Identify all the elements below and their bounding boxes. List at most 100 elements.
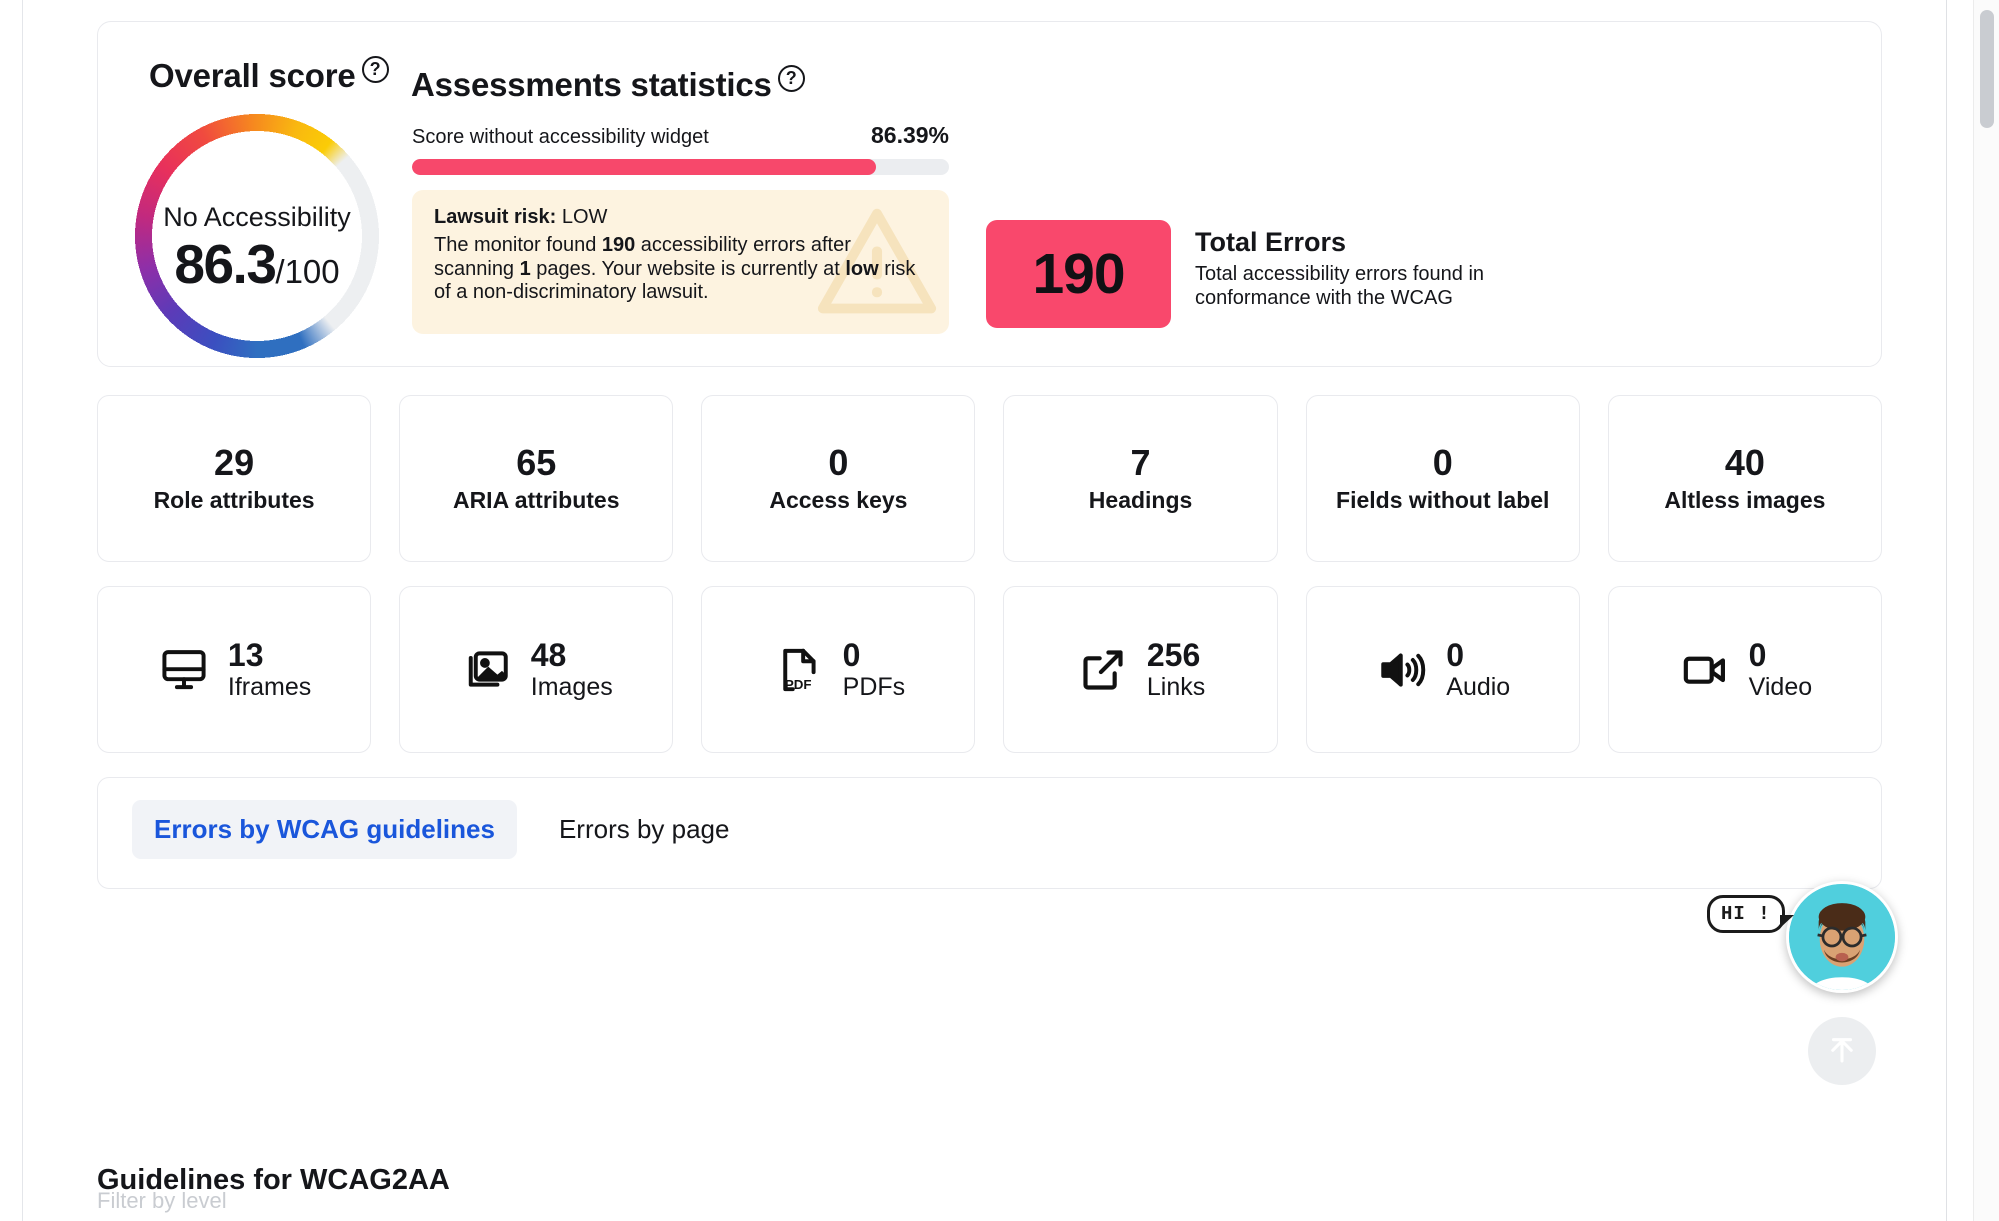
stat-card[interactable]: 7 Headings [1003,395,1278,562]
lawsuit-risk-description: The monitor found 190 accessibility erro… [434,234,927,305]
stat-icon-card-text: 0 Video [1748,636,1813,702]
assessments-title-row: Assessments statistics? [411,65,805,104]
stat-card-label: Access keys [769,486,908,513]
pdf-file-icon: PDF [772,643,826,697]
stat-card-label: Role attributes [153,486,315,513]
total-errors-title: Total Errors [1195,227,1347,257]
score-bar-fill [412,159,876,175]
overall-score-title-row: Overall score? [149,56,389,95]
external-link-icon [1076,643,1130,697]
stat-icon-card-value: 0 [842,636,861,673]
chat-bubble: HI ! [1707,895,1794,933]
gauge-score-max: /100 [275,253,340,290]
image-icon [460,643,514,697]
score-bar-track [412,159,949,175]
stat-icon-card[interactable]: 13 Iframes [97,586,372,753]
lawsuit-text-part3: pages. Your website is currently at [530,257,846,280]
score-bar-value: 86.39% [870,122,949,148]
arrow-up-icon [1831,1038,1853,1063]
stat-icon-card-label: Iframes [227,673,312,702]
lawsuit-risk-headline: Lawsuit risk: LOW [434,206,927,230]
stat-card[interactable]: 40 Altless images [1607,395,1882,562]
lawsuit-risk-label: Lawsuit risk: [434,206,557,228]
stat-card-value: 65 [516,442,557,484]
stat-card-value: 0 [1432,442,1453,484]
gauge-score: 86.3/100 [130,232,384,296]
stat-card[interactable]: 29 Role attributes [97,395,372,562]
stat-card-value: 7 [1130,442,1151,484]
stat-icon-card-text: 0 Audio [1446,636,1511,702]
stat-card-value: 40 [1724,442,1765,484]
lawsuit-risk-word: low [845,257,879,280]
stat-card-label: Headings [1088,486,1193,513]
stats-grid-row-1: 29 Role attributes 65 ARIA attributes 0 Acces… [97,395,1882,562]
overall-score-gauge: No Accessibility 86.3/100 [130,109,384,363]
stat-card-value: 29 [214,442,255,484]
stat-icon-card-value: 256 [1146,636,1201,673]
question-mark-icon[interactable]: ? [361,56,389,83]
lawsuit-pages-count: 1 [519,257,531,280]
lawsuit-errors-count: 190 [601,233,636,256]
page-right-divider [1946,0,1947,1221]
score-without-widget-row: Score without accessibility widget 86.39… [412,122,949,175]
stat-icon-card-label: Images [530,673,613,702]
video-camera-icon [1678,643,1732,697]
lawsuit-text-part1: The monitor found [434,233,602,256]
chat-widget-button[interactable]: HI ! [1707,881,1898,993]
page-title: Overall score [149,57,356,94]
guidelines-subtext: Filter by level [97,1188,227,1213]
monitor-icon [157,643,211,697]
assessments-title: Assessments statistics [411,66,772,103]
stat-card-label: Fields without label [1336,486,1550,513]
summary-card: Overall score? Assessments statistics? N… [97,21,1882,367]
app-viewport: Overall score? Assessments statistics? N… [0,0,1999,1221]
stat-icon-card-value: 48 [530,636,567,673]
stat-icon-card-value: 0 [1446,636,1465,673]
lawsuit-risk-box: Lawsuit risk: LOW The monitor found 190 … [412,190,949,334]
stat-icon-card-value: 0 [1748,636,1767,673]
stat-icon-card-label: PDFs [842,673,906,702]
question-mark-icon[interactable]: ? [777,65,805,92]
errors-tabs-card: Errors by WCAG guidelines Errors by page [97,777,1882,889]
stat-card[interactable]: 65 ARIA attributes [399,395,674,562]
scroll-to-top-button[interactable] [1808,1017,1876,1085]
score-bar-header: Score without accessibility widget 86.39… [412,122,949,149]
tab-errors-by-page[interactable]: Errors by page [537,800,752,859]
tab-errors-by-wcag-guidelines[interactable]: Errors by WCAG guidelines [132,800,517,859]
stat-icon-card-text: 0 PDFs [842,636,906,702]
total-errors-badge: 190 [986,220,1171,328]
stat-icon-card-value: 13 [227,636,264,673]
stat-icon-card-label: Audio [1446,673,1511,702]
speaker-icon [1375,643,1429,697]
stat-card-label: ARIA attributes [452,486,620,513]
stat-card-label: Altless images [1664,486,1826,513]
scrollbar-thumb[interactable] [1980,10,1994,128]
score-bar-label: Score without accessibility widget [412,126,709,148]
total-errors-description: Total accessibility errors found in conf… [1195,263,1485,310]
stats-grid-row-2: 13 Iframes 48 Images PDF 0 PDFs 256 Links 0 Audio 0… [97,586,1882,753]
total-errors-text: Total Errors Total accessibility errors … [1195,227,1515,311]
stat-icon-card[interactable]: 0 Audio [1305,586,1580,753]
gauge-label: No Accessibility [163,202,351,232]
stat-icon-card-text: 256 Links [1146,636,1206,702]
page-scrollbar[interactable] [1973,0,1999,1221]
stat-icon-card[interactable]: 256 Links [1003,586,1278,753]
stat-icon-card-label: Video [1748,673,1813,702]
stat-card[interactable]: 0 Fields without label [1305,395,1580,562]
stat-icon-card-text: 13 Iframes [227,636,312,702]
stat-icon-card[interactable]: 0 Video [1607,586,1882,753]
stat-icon-card-label: Links [1146,673,1206,702]
page-content: Overall score? Assessments statistics? N… [23,0,1928,1221]
total-errors-count: 190 [1032,242,1125,306]
stat-icon-card[interactable]: PDF 0 PDFs [701,586,976,753]
gauge-score-value: 86.3 [174,233,277,295]
stat-card-value: 0 [828,442,849,484]
lawsuit-risk-text: Lawsuit risk: LOW The monitor found 190 … [412,190,949,305]
stat-icon-card-text: 48 Images [530,636,613,702]
lawsuit-risk-level: LOW [561,206,608,228]
svg-text:PDF: PDF [784,677,811,692]
stat-icon-card[interactable]: 48 Images [399,586,674,753]
stat-card[interactable]: 0 Access keys [701,395,976,562]
chat-avatar-icon[interactable] [1786,881,1898,993]
errors-tabs: Errors by WCAG guidelines Errors by page [132,800,751,859]
